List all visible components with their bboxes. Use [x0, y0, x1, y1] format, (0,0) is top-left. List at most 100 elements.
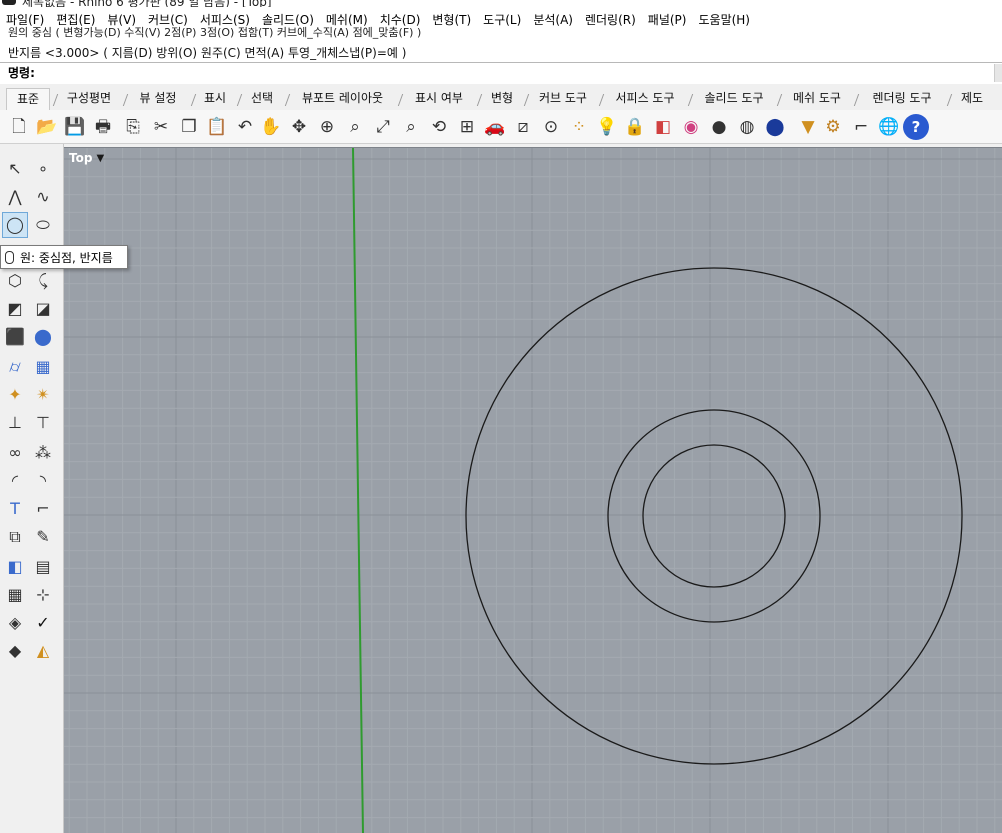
- menu-item[interactable]: 도움말(H): [692, 11, 756, 28]
- box-icon[interactable]: ⬛: [2, 324, 28, 350]
- y-axis-line: [352, 148, 364, 833]
- circle-icon[interactable]: ◯: [2, 212, 28, 238]
- tool-icon[interactable]: ▼: [795, 114, 821, 140]
- rendered-sphere-icon[interactable]: ◍: [734, 114, 760, 140]
- solid-union-icon[interactable]: ⬤: [30, 324, 56, 350]
- tab[interactable]: 커브 도구: [529, 88, 597, 110]
- middle-circle[interactable]: [607, 409, 821, 623]
- gumball-icon[interactable]: ⊹: [30, 582, 56, 608]
- osnap-icon[interactable]: ⊙: [538, 114, 564, 140]
- polyline-icon[interactable]: ⋀: [2, 184, 28, 210]
- open-folder-icon[interactable]: 📂: [34, 114, 60, 140]
- paste-icon[interactable]: 📋: [204, 114, 230, 140]
- explode-icon[interactable]: ✴: [30, 382, 56, 408]
- cut-icon[interactable]: ✂: [148, 114, 174, 140]
- tab[interactable]: 뷰 설정: [128, 88, 188, 110]
- curve-icon[interactable]: ∿: [30, 184, 56, 210]
- tab[interactable]: 메쉬 도구: [782, 88, 852, 110]
- command-input[interactable]: [40, 63, 990, 81]
- trim-icon[interactable]: ⊤: [30, 410, 56, 436]
- undo-view-icon[interactable]: ⟲: [426, 114, 452, 140]
- light-icon[interactable]: 💡: [594, 114, 620, 140]
- print-icon[interactable]: 🖶: [90, 114, 116, 140]
- rhino-logo-icon: [2, 0, 16, 5]
- menu-item[interactable]: 변형(T): [426, 11, 477, 28]
- analyze-icon[interactable]: ◈: [2, 610, 28, 636]
- globe-icon[interactable]: 🌐: [876, 114, 902, 140]
- tab[interactable]: 표시 여부: [403, 88, 475, 110]
- tab[interactable]: 표시: [196, 88, 234, 110]
- check-icon[interactable]: ✓: [30, 610, 56, 636]
- ellipse-icon[interactable]: ⬭: [30, 212, 56, 238]
- paint-icon[interactable]: ◭: [30, 638, 56, 664]
- zoom-extents-icon[interactable]: ⤢: [370, 114, 396, 140]
- pan-hand-icon[interactable]: ✋: [258, 114, 284, 140]
- tab[interactable]: 구성평면: [58, 88, 120, 110]
- car-icon[interactable]: 🚗: [482, 114, 508, 140]
- join-icon[interactable]: ⊥: [2, 410, 28, 436]
- toolbar-tab-bar: 표준 구성평면 뷰 설정 표시 선택 뷰포트 레이아웃 표시 여부 변형 커브 도구 서피스 도구…: [0, 86, 1002, 110]
- polygon-icon[interactable]: ⬡: [2, 268, 28, 294]
- select-points-icon[interactable]: ⁘: [566, 114, 592, 140]
- rotate-view-icon[interactable]: ✥: [286, 114, 312, 140]
- command-scrollbar[interactable]: [994, 64, 1002, 82]
- planar-icon[interactable]: ▤: [30, 554, 56, 580]
- tab[interactable]: 뷰포트 레이아웃: [290, 88, 395, 110]
- zoom-selected-icon[interactable]: ⌕: [398, 114, 424, 140]
- tab[interactable]: 변형: [482, 88, 522, 110]
- render-sphere-icon[interactable]: ⬤: [762, 114, 788, 140]
- menu-item[interactable]: 분석(A): [527, 11, 579, 28]
- text-icon[interactable]: T: [2, 496, 28, 522]
- tab[interactable]: 솔리드 도구: [693, 88, 775, 110]
- curve-tools-icon[interactable]: ⤹: [30, 268, 56, 294]
- viewport-canvas[interactable]: [64, 148, 1002, 833]
- fillet-icon[interactable]: ◜: [2, 468, 28, 494]
- grid-snap-icon[interactable]: ▦: [2, 582, 28, 608]
- shaded-sphere-icon[interactable]: ●: [706, 114, 732, 140]
- zoom-icon[interactable]: ⊕: [314, 114, 340, 140]
- four-viewports-icon[interactable]: ⊞: [454, 114, 480, 140]
- dimension-icon[interactable]: ⌐: [30, 496, 56, 522]
- save-icon[interactable]: 💾: [62, 114, 88, 140]
- viewport-label[interactable]: Top: [69, 151, 92, 165]
- dimension-icon[interactable]: ⌐: [848, 114, 874, 140]
- group-icon[interactable]: ⧉: [2, 524, 28, 550]
- transform-icon[interactable]: ✦: [2, 382, 28, 408]
- zoom-window-icon[interactable]: ⌕: [342, 114, 368, 140]
- layer-icon[interactable]: ◧: [650, 114, 676, 140]
- undo-icon[interactable]: ↶: [232, 114, 258, 140]
- color-wheel-icon[interactable]: ◉: [678, 114, 704, 140]
- top-viewport[interactable]: Top ▼: [64, 147, 1002, 833]
- array-icon[interactable]: ⁂: [30, 440, 56, 466]
- command-history-line-1: 원의 중심 ( 변형가능(D) 수직(V) 2점(P) 3점(O) 접함(T) …: [8, 26, 422, 39]
- import-icon[interactable]: ⎘: [120, 114, 146, 140]
- point-icon[interactable]: ∘: [30, 156, 56, 182]
- tab[interactable]: 선택: [242, 88, 282, 110]
- chamfer-icon[interactable]: ◝: [30, 468, 56, 494]
- block-icon[interactable]: ◧: [2, 554, 28, 580]
- tab[interactable]: 서피스 도구: [604, 88, 686, 110]
- boolean-icon[interactable]: ∞: [2, 440, 28, 466]
- surface-icon[interactable]: ◩: [2, 296, 28, 322]
- tab[interactable]: 표준: [6, 88, 50, 110]
- mesh-icon[interactable]: ▦: [30, 354, 56, 380]
- edit-icon[interactable]: ✎: [30, 524, 56, 550]
- viewport-menu-icon[interactable]: ▼: [96, 153, 104, 164]
- cylinder-icon[interactable]: ⌭: [2, 354, 28, 380]
- new-file-icon[interactable]: 🗋: [6, 114, 32, 140]
- help-icon[interactable]: ?: [903, 114, 929, 140]
- select-arrow-icon[interactable]: ↖: [2, 156, 28, 182]
- copy-icon[interactable]: ❐: [176, 114, 202, 140]
- viewport-title[interactable]: Top ▼: [66, 149, 107, 167]
- surface-blend-icon[interactable]: ◪: [30, 296, 56, 322]
- menu-item[interactable]: 도구(L): [477, 11, 527, 28]
- menu-item[interactable]: 렌더링(R): [579, 11, 642, 28]
- construction-plane-icon[interactable]: ⧄: [510, 114, 536, 140]
- tab[interactable]: 렌더링 도구: [859, 88, 945, 110]
- tab[interactable]: 제도: [952, 88, 992, 110]
- gear-icon[interactable]: ⚙: [820, 114, 846, 140]
- lock-icon[interactable]: 🔒: [622, 114, 648, 140]
- menu-item[interactable]: 패널(P): [642, 11, 693, 28]
- render-icon[interactable]: ◆: [2, 638, 28, 664]
- command-prompt-label: 명령:: [8, 66, 35, 80]
